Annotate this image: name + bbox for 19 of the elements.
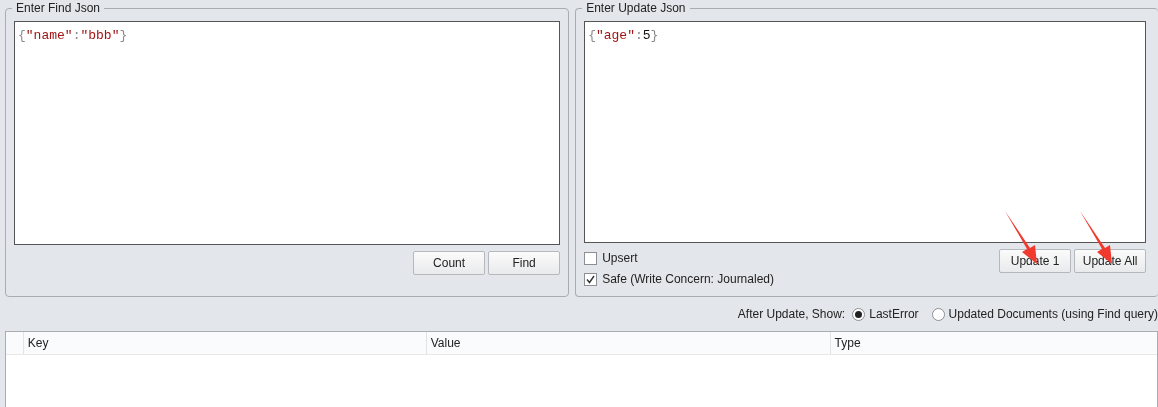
action-button[interactable]: Count <box>413 251 486 275</box>
action-button[interactable]: Update All <box>1074 249 1147 273</box>
checkbox[interactable] <box>584 272 598 286</box>
group-title: Enter Find Json <box>12 1 105 15</box>
column-header[interactable]: Key <box>22 332 426 354</box>
radio-label: Updated Documents (using Find query) <box>948 306 1158 323</box>
action-button[interactable]: Find <box>488 251 561 275</box>
checkbox-label: Upsert <box>602 250 638 267</box>
checkbox[interactable] <box>584 251 598 265</box>
radio-button[interactable] <box>852 307 866 321</box>
json-editor[interactable]: {"name":"bbb"} <box>14 21 561 245</box>
radio-label: LastError <box>869 306 919 323</box>
radio-button[interactable] <box>931 307 945 321</box>
column-header[interactable]: Type <box>829 332 1157 354</box>
column-header[interactable]: Value <box>425 332 830 354</box>
option-label: After Update, Show: <box>737 306 846 323</box>
checkbox-label: Safe (Write Concern: Journaled) <box>602 271 774 288</box>
json-editor[interactable]: {"age":5} <box>584 21 1147 243</box>
group-title: Enter Update Json <box>582 1 690 15</box>
